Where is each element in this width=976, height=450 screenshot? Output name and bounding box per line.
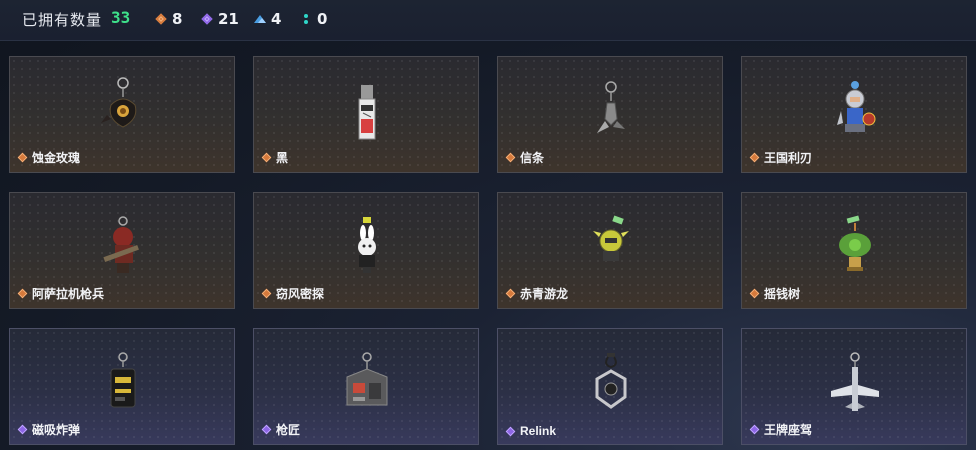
purple-gem-icon bbox=[201, 13, 213, 25]
owned-count-label: 已拥有数量 bbox=[22, 12, 103, 29]
charm-card[interactable]: 蚀金玫瑰 bbox=[9, 56, 235, 173]
blue-mountain-icon bbox=[254, 13, 266, 25]
orange-rarity-stat: 8 bbox=[155, 10, 182, 28]
purple-rarity-icon bbox=[749, 424, 760, 435]
owned-count-value: 33 bbox=[111, 8, 131, 27]
charm-name: 信条 bbox=[520, 151, 545, 165]
purple-rarity-icon bbox=[17, 424, 28, 435]
charm-card[interactable]: 信条 bbox=[497, 56, 723, 173]
charm-name: Relink bbox=[520, 424, 557, 438]
purple-count: 21 bbox=[218, 10, 239, 28]
orange-rarity-icon bbox=[17, 152, 28, 163]
orange-rarity-icon bbox=[749, 288, 760, 299]
teal-count: 0 bbox=[317, 10, 328, 28]
charm-card[interactable]: 摇钱树 bbox=[741, 192, 967, 309]
charm-dragon-icon bbox=[581, 211, 641, 289]
charm-card[interactable]: 王国利刃 bbox=[741, 56, 967, 173]
charm-name: 枪匠 bbox=[276, 423, 301, 437]
charm-creed-icon bbox=[581, 75, 641, 153]
orange-rarity-icon bbox=[749, 152, 760, 163]
charm-name: 蚀金玫瑰 bbox=[32, 151, 81, 165]
purple-rarity-icon bbox=[505, 426, 516, 436]
charm-name: 阿萨拉机枪兵 bbox=[32, 287, 105, 301]
charm-card[interactable]: 磁吸炸弹 bbox=[9, 328, 235, 445]
charm-name: 摇钱树 bbox=[764, 287, 801, 301]
orange-rarity-icon bbox=[505, 288, 516, 299]
charm-card[interactable]: 窃风密探 bbox=[253, 192, 479, 309]
charm-card[interactable]: 阿萨拉机枪兵 bbox=[9, 192, 235, 309]
orange-count: 8 bbox=[172, 10, 183, 28]
blue-rarity-stat: 4 bbox=[254, 10, 281, 28]
orange-gem-icon bbox=[155, 13, 167, 25]
charm-name: 王国利刃 bbox=[764, 151, 813, 165]
charm-money-tree-icon bbox=[825, 211, 885, 289]
orange-rarity-icon bbox=[17, 288, 28, 299]
charm-gunsmith-icon bbox=[337, 347, 397, 425]
teal-rarity-stat: 0 bbox=[300, 10, 327, 28]
charm-name: 黑 bbox=[276, 151, 289, 165]
charm-jet-icon bbox=[825, 347, 885, 425]
charm-name: 窃风密探 bbox=[276, 287, 325, 301]
purple-rarity-icon bbox=[261, 424, 272, 435]
charm-card[interactable]: 黑 bbox=[253, 56, 479, 173]
charm-card[interactable]: Relink bbox=[497, 328, 723, 445]
collection-header: 已拥有数量 33 8 21 4 0 bbox=[0, 0, 976, 41]
charm-relink-icon bbox=[581, 347, 641, 425]
charm-card[interactable]: 王牌座驾 bbox=[741, 328, 967, 445]
charm-black-tag-icon bbox=[337, 75, 397, 153]
charm-rabbit-icon bbox=[337, 211, 397, 289]
blue-count: 4 bbox=[271, 10, 282, 28]
charm-knight-icon bbox=[825, 75, 885, 153]
orange-rarity-icon bbox=[261, 288, 272, 299]
charm-rose-icon bbox=[93, 75, 153, 153]
charm-name: 磁吸炸弹 bbox=[32, 423, 81, 437]
charm-name: 赤青游龙 bbox=[520, 287, 569, 301]
charm-card[interactable]: 枪匠 bbox=[253, 328, 479, 445]
charm-name: 王牌座驾 bbox=[764, 423, 813, 437]
orange-rarity-icon bbox=[261, 152, 272, 163]
orange-rarity-icon bbox=[505, 152, 516, 163]
teal-dots-icon bbox=[300, 13, 312, 25]
charm-gunner-icon bbox=[93, 211, 153, 289]
charm-magnetic-bomb-icon bbox=[93, 347, 153, 425]
purple-rarity-stat: 21 bbox=[201, 10, 239, 28]
charm-card[interactable]: 赤青游龙 bbox=[497, 192, 723, 309]
